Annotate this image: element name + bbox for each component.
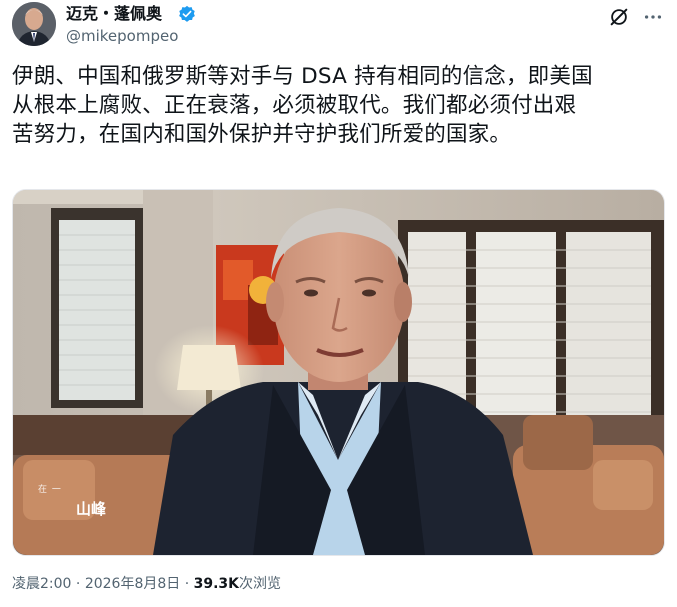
tweet-text-line: 从根本上腐败、正在衰落，必须被取代。我们都必须付出艰 bbox=[12, 93, 577, 118]
meta-separator: · bbox=[75, 576, 81, 592]
views-count: 39.3K bbox=[193, 576, 240, 592]
views-label: 次浏览 bbox=[239, 576, 282, 592]
tweet-text-line: 伊朗、中国和俄罗斯等对手与 DSA 持有相同的信念，即美国 bbox=[12, 64, 593, 89]
video-watermark: 在 一 山峰 bbox=[38, 482, 130, 526]
watermark-small-text: 在 一 bbox=[38, 485, 62, 495]
tweet-time[interactable]: 凌晨2:00 bbox=[12, 576, 71, 592]
display-name[interactable]: 迈克・蓬佩奥 bbox=[66, 4, 162, 24]
tweet-meta: 凌晨2:00 · 2026年8月8日 · 39.3K次浏览 bbox=[12, 574, 281, 594]
grok-icon[interactable] bbox=[608, 6, 630, 28]
meta-separator: · bbox=[184, 576, 190, 592]
tweet-date[interactable]: 2026年8月8日 bbox=[85, 576, 180, 592]
handle[interactable]: @mikepompeo bbox=[66, 27, 178, 45]
tweet-text: 伊朗、中国和俄罗斯等对手与 DSA 持有相同的信念，即美国 从根本上腐败、正在衰… bbox=[12, 62, 662, 149]
more-options-icon[interactable] bbox=[642, 6, 664, 28]
avatar-image bbox=[12, 2, 56, 46]
tweet-text-line: 苦努力，在国内和国外保护并守护我们所爱的国家。 bbox=[12, 122, 512, 147]
avatar[interactable] bbox=[12, 2, 56, 46]
tweet: 迈克・蓬佩奥 @mikepompeo 伊朗、中国和俄罗斯等对手与 DSA 持有相… bbox=[0, 0, 677, 607]
watermark-big-text: 山峰 bbox=[76, 500, 107, 518]
verified-badge-icon bbox=[179, 5, 195, 22]
